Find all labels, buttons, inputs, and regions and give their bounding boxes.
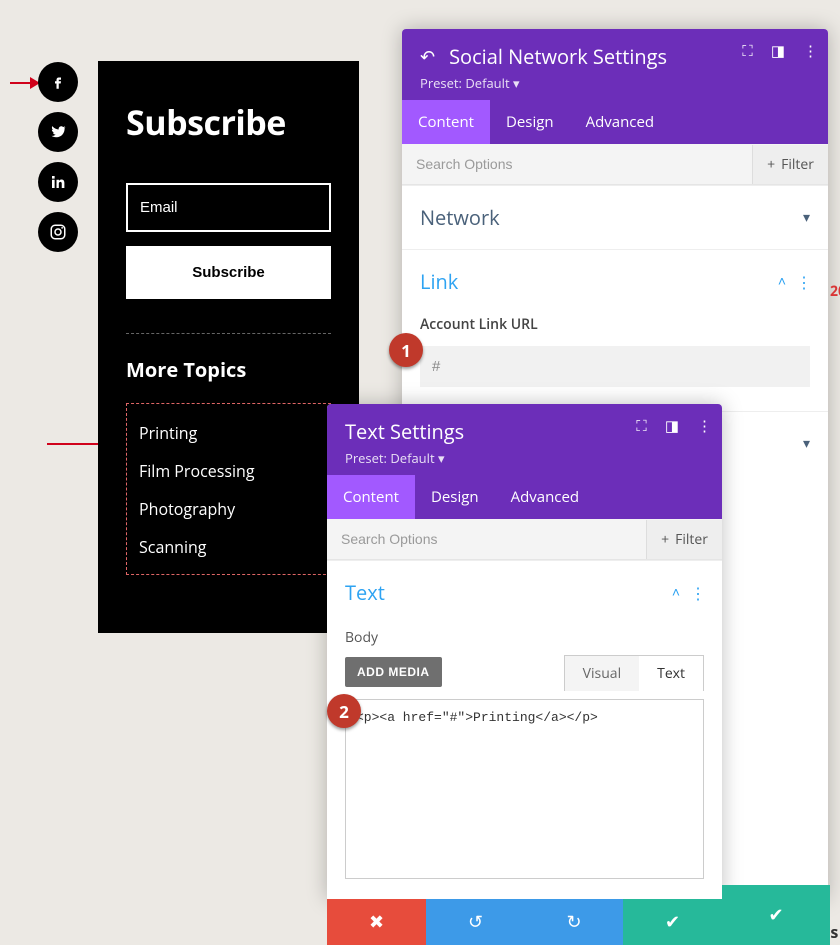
kebab-menu-icon[interactable]: ⋮ <box>697 416 710 436</box>
tab-advanced[interactable]: Advanced <box>570 100 670 144</box>
chevron-down-icon[interactable]: ▾ <box>513 74 520 92</box>
panel-title: Text Settings <box>345 418 464 445</box>
divider <box>126 333 331 334</box>
section-network-header[interactable]: Network ▾ <box>402 186 828 249</box>
expand-icon[interactable]: ⛶ <box>636 416 647 436</box>
body-label: Body <box>345 628 704 647</box>
preset-selector[interactable]: Preset: Default <box>420 74 510 92</box>
preset-selector[interactable]: Preset: Default <box>345 449 435 467</box>
columns-icon[interactable]: ◨ <box>665 416 679 436</box>
subscribe-heading: Subscribe <box>126 99 331 145</box>
topic-scanning[interactable]: Scanning <box>139 528 318 566</box>
topics-list: Printing Film Processing Photography Sca… <box>126 403 331 575</box>
filter-button[interactable]: + Filter <box>646 520 722 559</box>
search-row: + Filter <box>402 144 828 185</box>
section-network-title: Network <box>420 204 500 231</box>
tab-content[interactable]: Content <box>327 475 415 519</box>
plus-icon: + <box>767 155 775 174</box>
topic-film-processing[interactable]: Film Processing <box>139 452 318 490</box>
panel-header: Text Settings Preset: Default ▾ ⛶ ◨ ⋮ <box>327 404 722 475</box>
editor-tab-text[interactable]: Text <box>639 656 703 691</box>
filter-label: Filter <box>781 155 814 174</box>
filter-label: Filter <box>675 530 708 549</box>
add-media-button[interactable]: ADD MEDIA <box>345 657 442 687</box>
kebab-menu-icon[interactable]: ⋮ <box>796 271 810 293</box>
section-link-header[interactable]: Link ˄ ⋮ <box>402 250 828 313</box>
linkedin-icon[interactable] <box>38 162 78 202</box>
tab-advanced[interactable]: Advanced <box>495 475 595 519</box>
annotation-badge-1: 1 <box>389 333 423 367</box>
panel-tabs: Content Design Advanced <box>327 475 722 519</box>
tab-design[interactable]: Design <box>490 100 570 144</box>
facebook-icon[interactable] <box>38 62 78 102</box>
panel-tabs: Content Design Advanced <box>402 100 828 144</box>
undo-button[interactable]: ↺ <box>426 899 525 945</box>
panel-title: Social Network Settings <box>449 43 667 70</box>
chevron-down-icon: ▾ <box>803 434 810 453</box>
account-link-url-label: Account Link URL <box>420 315 810 334</box>
edge-partial-text: 20 <box>830 282 840 301</box>
email-input[interactable] <box>126 183 331 232</box>
editor-tab-visual[interactable]: Visual <box>565 656 639 691</box>
chevron-down-icon[interactable]: ▾ <box>438 449 445 467</box>
publish-button[interactable]: ✔ <box>722 885 830 945</box>
instagram-icon[interactable] <box>38 212 78 252</box>
tab-content[interactable]: Content <box>402 100 490 144</box>
kebab-menu-icon[interactable]: ⋮ <box>803 41 816 61</box>
bottom-action-bar: ✖ ↺ ↻ ✔ ✔ <box>327 899 830 945</box>
annotation-badge-2: 2 <box>327 694 361 728</box>
expand-icon[interactable]: ⛶ <box>742 41 753 61</box>
section-text-header[interactable]: Text ˄ ⋮ <box>327 561 722 624</box>
plus-icon: + <box>661 530 669 549</box>
search-options-input[interactable] <box>327 519 646 559</box>
subscribe-card: Subscribe Subscribe More Topics Printing… <box>98 61 359 633</box>
back-icon[interactable]: ↶ <box>420 45 435 69</box>
section-link-title: Link <box>420 268 458 295</box>
search-row: + Filter <box>327 519 722 560</box>
text-settings-panel: Text Settings Preset: Default ▾ ⛶ ◨ ⋮ Co… <box>327 404 722 899</box>
search-options-input[interactable] <box>402 144 752 184</box>
edge-clipped-content: 20 <box>828 160 840 630</box>
account-link-url-input[interactable] <box>420 346 810 387</box>
redo-button[interactable]: ↻ <box>525 899 623 945</box>
social-icon-column <box>38 62 78 252</box>
filter-button[interactable]: + Filter <box>752 145 828 184</box>
save-button[interactable]: ✔ <box>623 899 722 945</box>
twitter-icon[interactable] <box>38 112 78 152</box>
tab-design[interactable]: Design <box>415 475 495 519</box>
section-text: Text ˄ ⋮ Body ADD MEDIA Visual Text <box>327 560 722 899</box>
editor-text-area[interactable] <box>345 699 704 879</box>
annotation-arrow-1 <box>10 75 40 91</box>
topic-printing[interactable]: Printing <box>139 414 318 452</box>
subscribe-button[interactable]: Subscribe <box>126 246 331 299</box>
chevron-up-icon: ˄ <box>672 583 680 602</box>
section-network: Network ▾ <box>402 185 828 249</box>
section-text-title: Text <box>345 579 385 606</box>
topic-photography[interactable]: Photography <box>139 490 318 528</box>
chevron-down-icon: ▾ <box>803 208 810 227</box>
panel-header: ↶ Social Network Settings Preset: Defaul… <box>402 29 828 100</box>
chevron-up-icon: ˄ <box>778 272 786 291</box>
section-link: Link ˄ ⋮ Account Link URL <box>402 249 828 405</box>
kebab-menu-icon[interactable]: ⋮ <box>690 582 704 604</box>
discard-button[interactable]: ✖ <box>327 899 426 945</box>
more-topics-heading: More Topics <box>126 356 331 383</box>
columns-icon[interactable]: ◨ <box>771 41 785 61</box>
editor-tabs: Visual Text <box>564 655 704 691</box>
